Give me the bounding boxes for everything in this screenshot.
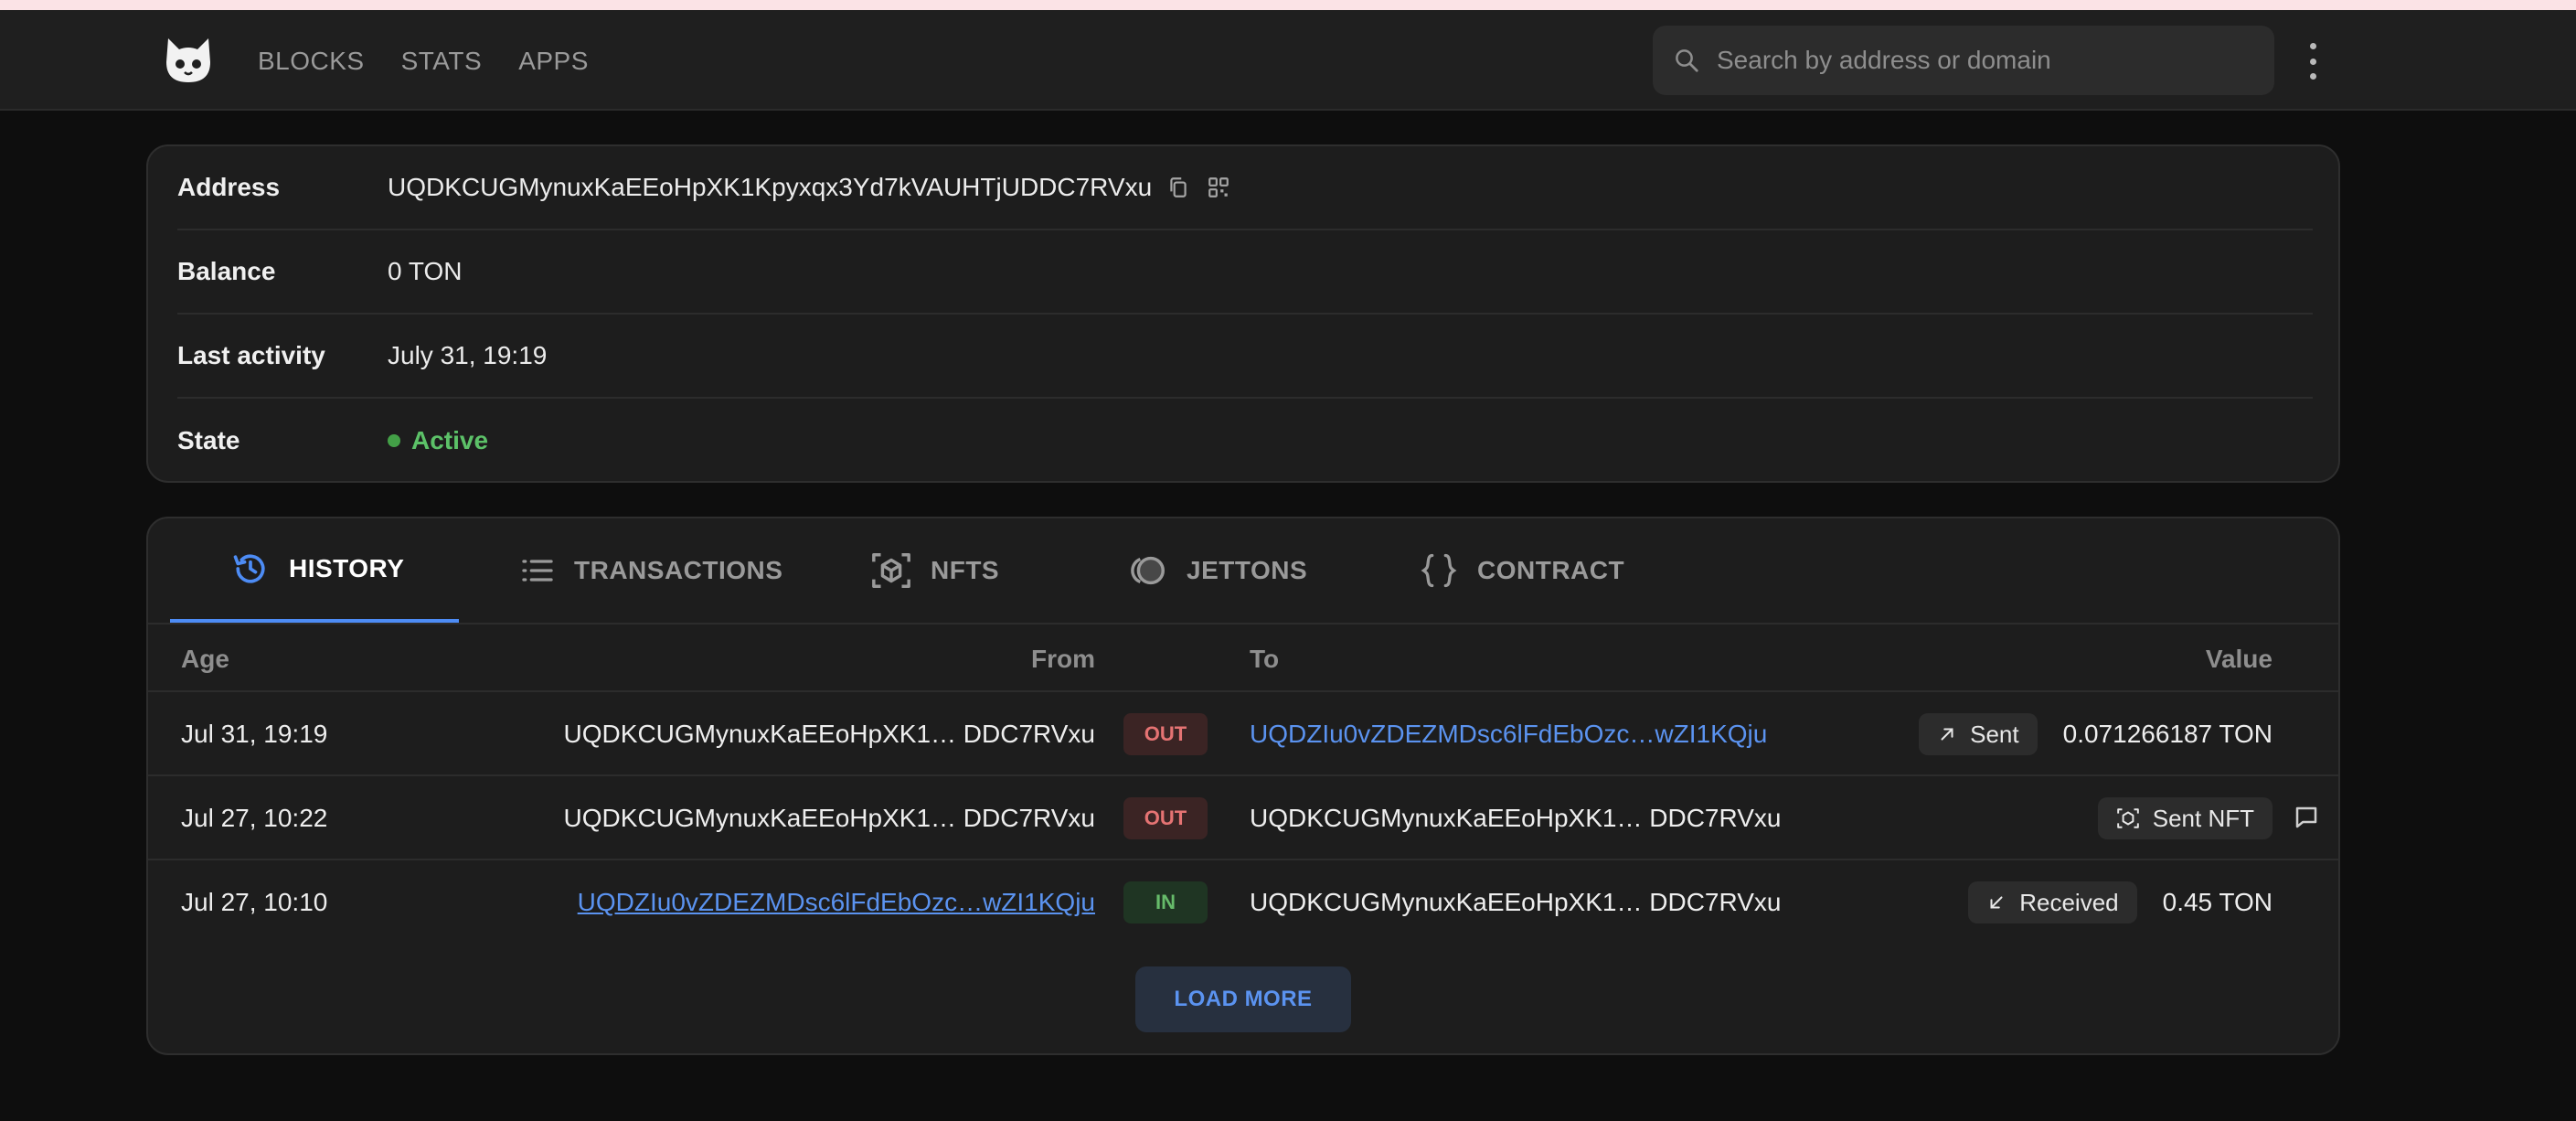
header-from: From	[1031, 645, 1095, 673]
tab-transactions[interactable]: TRANSACTIONS	[459, 518, 825, 623]
row-from[interactable]: UQDKCUGMynuxKaEEoHpXK1… DDC7RVxu	[564, 692, 1095, 776]
address-value: UQDKCUGMynuxKaEEoHpXK1Kpyxqx3Yd7kVAUHTjU…	[388, 173, 1153, 201]
header: BLOCKS STATS APPS	[0, 10, 2576, 111]
main-nav: BLOCKS STATS APPS	[258, 47, 589, 76]
more-menu-icon[interactable]	[2304, 43, 2322, 80]
row-value: Sent NFT	[2097, 776, 2273, 860]
direction-badge: OUT	[1123, 713, 1208, 755]
balance-value: 0 TON	[388, 257, 463, 285]
history-card: HISTORY TRANSACTIONS NFTS JETTONS CONTRA…	[146, 517, 2340, 1055]
row-from[interactable]: UQDKCUGMynuxKaEEoHpXK1… DDC7RVxu	[564, 776, 1095, 860]
state-label: State	[177, 426, 240, 454]
header-age: Age	[181, 645, 229, 673]
action-pill: Sent	[1919, 713, 2038, 755]
list-icon	[522, 560, 553, 582]
tab-history[interactable]: HISTORY	[170, 518, 459, 623]
address-label: Address	[177, 173, 281, 201]
last-activity-value: July 31, 19:19	[388, 341, 548, 369]
cat-logo-icon[interactable]	[163, 35, 214, 86]
table-row: Jul 27, 10:10 UQDZIu0vZDEZMDsc6lFdEbOzc……	[148, 860, 2338, 945]
nft-cube-icon	[872, 553, 910, 588]
balance-label: Balance	[177, 257, 276, 285]
state-value: Active	[411, 426, 489, 454]
balance-row: Balance 0 TON	[177, 230, 2313, 315]
row-to[interactable]: UQDKCUGMynuxKaEEoHpXK1… DDC7RVxu	[1250, 860, 1781, 945]
qr-code-icon[interactable]	[1207, 176, 1230, 199]
nav-apps[interactable]: APPS	[518, 47, 589, 76]
coins-icon	[1131, 556, 1165, 585]
row-age: Jul 27, 10:10	[181, 888, 328, 916]
code-braces-icon	[1421, 553, 1457, 588]
row-from-link[interactable]: UQDZIu0vZDEZMDsc6lFdEbOzc…wZI1KQju	[578, 860, 1095, 945]
search-icon	[1676, 49, 1698, 72]
row-to[interactable]: UQDKCUGMynuxKaEEoHpXK1… DDC7RVxu	[1250, 776, 1781, 860]
nav-blocks[interactable]: BLOCKS	[258, 47, 365, 76]
tab-jettons[interactable]: JETTONS	[1080, 518, 1373, 623]
state-dot	[388, 434, 400, 447]
address-info-card: Address UQDKCUGMynuxKaEEoHpXK1Kpyxqx3Yd7…	[146, 144, 2340, 483]
last-activity-label: Last activity	[177, 341, 325, 369]
direction-badge: IN	[1123, 881, 1208, 923]
last-activity-row: Last activity July 31, 19:19	[177, 315, 2313, 399]
tab-contract[interactable]: CONTRACT	[1373, 518, 1661, 623]
arrow-up-right-icon	[1941, 728, 1953, 741]
row-to-link[interactable]: UQDZIu0vZDEZMDsc6lFdEbOzc…wZI1KQju	[1250, 692, 1767, 776]
arrow-down-left-icon	[1990, 896, 2003, 909]
load-more-button[interactable]: LOAD MORE	[1135, 966, 1351, 1032]
direction-badge: OUT	[1123, 797, 1208, 839]
row-age: Jul 27, 10:22	[181, 804, 328, 832]
nav-stats[interactable]: STATS	[401, 47, 483, 76]
header-value: Value	[2205, 645, 2273, 673]
row-age: Jul 31, 19:19	[181, 720, 328, 748]
top-strip	[0, 0, 2576, 10]
row-amount: 0.071266187 TON	[2062, 720, 2273, 748]
table-header: Age From To Value	[148, 625, 2338, 692]
search-input[interactable]	[1717, 46, 2274, 75]
action-pill: Received	[1968, 881, 2137, 923]
search-box[interactable]	[1653, 26, 2274, 95]
state-row: State Active	[177, 399, 2313, 483]
nft-icon	[2116, 808, 2139, 828]
action-pill: Sent NFT	[2097, 797, 2273, 839]
table-row: Jul 27, 10:22 UQDKCUGMynuxKaEEoHpXK1… DD…	[148, 776, 2338, 860]
history-icon	[233, 554, 265, 583]
copy-icon[interactable]	[1166, 176, 1190, 199]
table-row: Jul 31, 19:19 UQDKCUGMynuxKaEEoHpXK1… DD…	[148, 692, 2338, 776]
comment-icon[interactable]	[2293, 804, 2320, 831]
row-value: Sent 0.071266187 TON	[1919, 692, 2273, 776]
row-amount: 0.45 TON	[2162, 888, 2273, 916]
tab-nfts[interactable]: NFTS	[825, 518, 1080, 623]
row-value: Received 0.45 TON	[1968, 860, 2273, 945]
address-row: Address UQDKCUGMynuxKaEEoHpXK1Kpyxqx3Yd7…	[177, 146, 2313, 230]
tab-bar: HISTORY TRANSACTIONS NFTS JETTONS CONTRA…	[170, 518, 1661, 623]
header-to: To	[1250, 645, 1280, 673]
